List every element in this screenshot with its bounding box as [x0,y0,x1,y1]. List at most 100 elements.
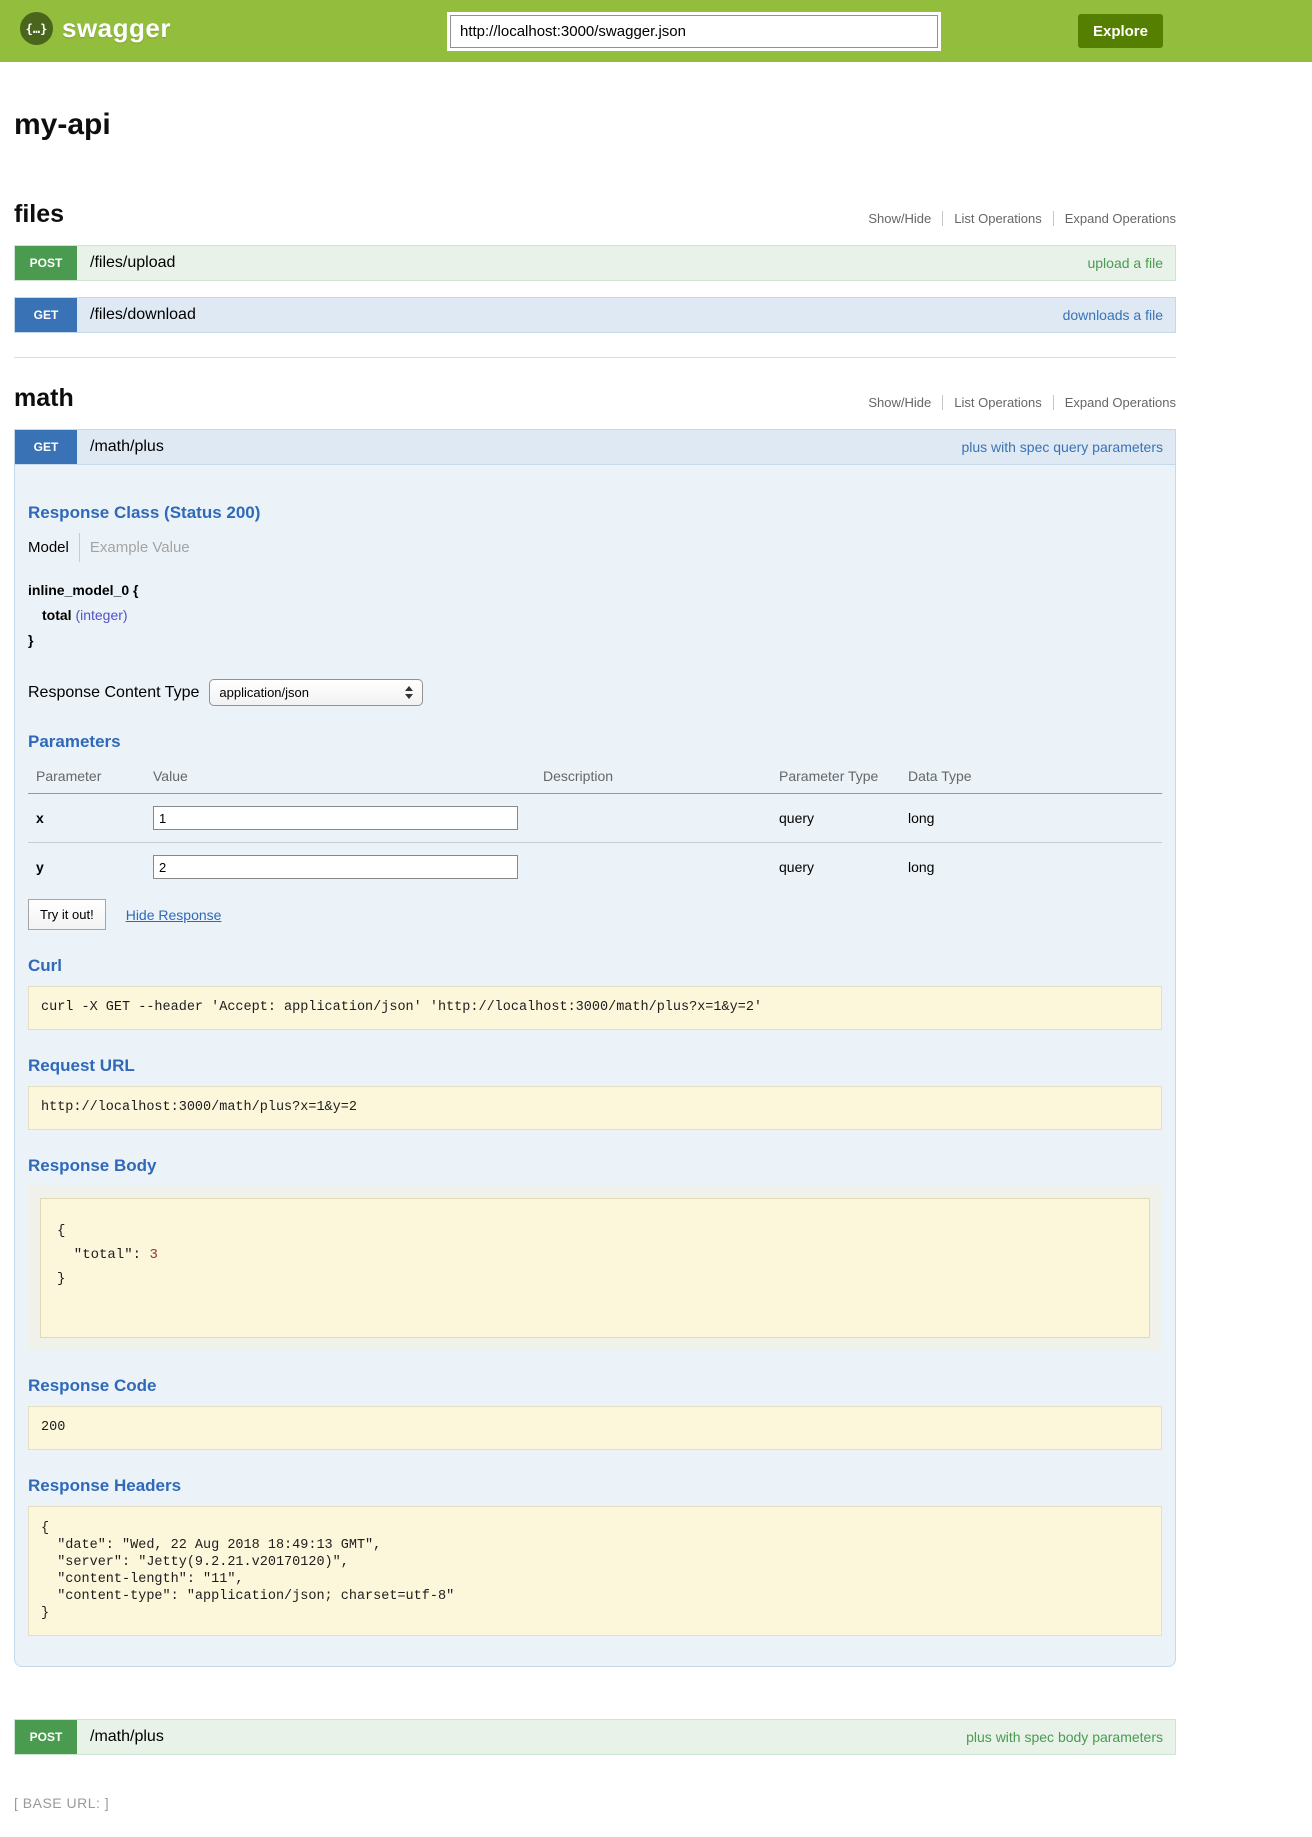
col-data-type: Data Type [908,762,1162,794]
list-operations-link[interactable]: List Operations [942,211,1052,226]
endpoint-summary-upload-a-file: upload a file [1087,255,1175,271]
json-key: "total" [57,1247,133,1263]
section-divider [14,357,1176,358]
headers-line: { [41,1520,1149,1537]
explore-button[interactable]: Explore [1078,14,1163,48]
try-row: Try it out! Hide Response [28,899,1162,930]
top-bar: {…} swagger Explore [0,0,1312,62]
base-url-footer: [ BASE URL: ] [14,1795,1176,1811]
endpoint-row-get-files-download[interactable]: GET /files/download downloads a file [14,297,1176,333]
endpoint-path-math-plus[interactable]: /math/plus [90,438,164,456]
json-open-brace: { [57,1219,1133,1243]
response-headers-heading: Response Headers [28,1476,1162,1496]
col-value: Value [153,762,543,794]
response-body-container: { "total": 3 } [28,1186,1162,1350]
response-class-heading: Response Class (Status 200) [28,503,1162,523]
model-close: } [28,628,1162,653]
endpoint-path-files-download[interactable]: /files/download [90,306,196,324]
response-code-heading: Response Code [28,1376,1162,1396]
math-section-controls: Show/Hide List Operations Expand Operati… [857,395,1176,413]
tab-separator [79,533,80,562]
json-close-brace: } [57,1267,1133,1291]
endpoint-path-math-plus-post[interactable]: /math/plus [90,1728,164,1746]
headers-line-close: } [41,1605,1149,1622]
method-badge-get[interactable]: GET [15,298,77,332]
up-down-arrows-icon [405,686,413,699]
headers-line-content-type: "content-type": "application/json; chars… [41,1588,1149,1605]
swagger-logo-icon: {…} [20,12,53,45]
page-title: my-api [14,108,1176,142]
endpoint-path-files-upload[interactable]: /files/upload [90,254,175,272]
swagger-brand[interactable]: {…} swagger [20,12,171,45]
list-operations-link[interactable]: List Operations [942,395,1052,410]
endpoint-summary-plus-query: plus with spec query parameters [961,439,1175,455]
model-signature: inline_model_0 { total (integer) } [28,578,1162,653]
model-tabs: Model Example Value [28,533,1162,562]
spec-url-input[interactable] [450,15,938,48]
param-row-x: x query long [28,794,1162,843]
method-badge-post[interactable]: POST [15,246,77,280]
expand-operations-link[interactable]: Expand Operations [1053,211,1176,226]
operation-content: Response Class (Status 200) Model Exampl… [14,465,1176,1667]
parameters-table: Parameter Value Description Parameter Ty… [28,762,1162,891]
expand-operations-link[interactable]: Expand Operations [1053,395,1176,410]
brand-title: swagger [62,13,171,44]
headers-line-date: "date": "Wed, 22 Aug 2018 18:49:13 GMT", [41,1537,1149,1554]
files-section-header: files Show/Hide List Operations Expand O… [14,200,1176,229]
method-badge-post[interactable]: POST [15,1720,77,1754]
parameters-header-row: Parameter Value Description Parameter Ty… [28,762,1162,794]
parameters-heading: Parameters [28,732,1162,752]
hide-response-link[interactable]: Hide Response [126,907,222,923]
response-headers-json: { "date": "Wed, 22 Aug 2018 18:49:13 GMT… [28,1506,1162,1636]
endpoint-summary-downloads-a-file: downloads a file [1063,307,1175,323]
selected-content-type: application/json [219,685,309,700]
endpoint-row-get-math-plus[interactable]: GET /math/plus plus with spec query para… [14,429,1176,465]
param-type: query [779,843,908,892]
headers-line-server: "server": "Jetty(9.2.21.v20170120)", [41,1554,1149,1571]
property-name: total [42,607,72,623]
curl-heading: Curl [28,956,1162,976]
json-total-line: "total": 3 [57,1243,1133,1267]
param-name: y [28,843,153,892]
property-type: (integer) [72,607,128,623]
response-body-json: { "total": 3 } [40,1198,1150,1338]
section-title-files[interactable]: files [14,200,64,229]
col-parameter: Parameter [28,762,153,794]
json-colon: : [133,1247,150,1263]
endpoint-summary-plus-body: plus with spec body parameters [966,1729,1175,1745]
param-description [543,843,779,892]
model-open: inline_model_0 { [28,578,1162,603]
try-it-out-button[interactable]: Try it out! [28,899,106,930]
response-code-value: 200 [28,1406,1162,1450]
request-url-heading: Request URL [28,1056,1162,1076]
request-url-value: http://localhost:3000/math/plus?x=1&y=2 [28,1086,1162,1130]
content-wrap: my-api files Show/Hide List Operations E… [14,108,1176,1811]
endpoint-row-post-math-plus[interactable]: POST /math/plus plus with spec body para… [14,1719,1176,1755]
param-y-input[interactable] [153,855,518,879]
response-content-type-select[interactable]: application/json [209,679,423,706]
section-title-math[interactable]: math [14,384,74,413]
response-body-heading: Response Body [28,1156,1162,1176]
param-type: query [779,794,908,843]
method-badge-get[interactable]: GET [15,430,77,464]
tab-example-value[interactable]: Example Value [90,539,190,556]
headers-line-content-length: "content-length": "11", [41,1571,1149,1588]
endpoint-row-post-files-upload[interactable]: POST /files/upload upload a file [14,245,1176,281]
tab-model[interactable]: Model [28,539,69,556]
param-x-input[interactable] [153,806,518,830]
json-value: 3 [149,1247,157,1263]
show-hide-link[interactable]: Show/Hide [857,395,942,410]
operation-get-math-plus: GET /math/plus plus with spec query para… [14,429,1176,1667]
col-description: Description [543,762,779,794]
response-content-type-label: Response Content Type [28,684,199,702]
curl-command: curl -X GET --header 'Accept: applicatio… [28,986,1162,1030]
show-hide-link[interactable]: Show/Hide [857,211,942,226]
response-content-type-row: Response Content Type application/json [28,679,1162,706]
param-description [543,794,779,843]
col-parameter-type: Parameter Type [779,762,908,794]
param-data-type: long [908,843,1162,892]
param-name: x [28,794,153,843]
param-row-y: y query long [28,843,1162,892]
files-section-controls: Show/Hide List Operations Expand Operati… [857,211,1176,229]
math-section-header: math Show/Hide List Operations Expand Op… [14,384,1176,413]
